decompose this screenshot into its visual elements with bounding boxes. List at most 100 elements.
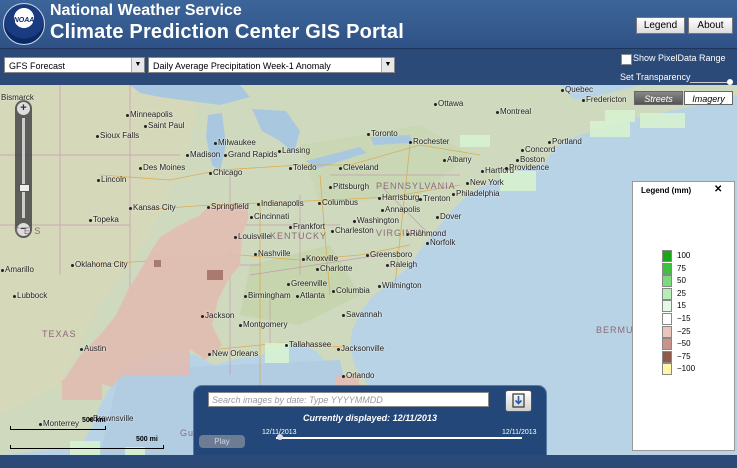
date-search-input[interactable]: Search images by date: Type YYYYMMDD xyxy=(208,392,489,407)
city-label: Nashville xyxy=(258,249,291,258)
transparency-slider[interactable] xyxy=(690,82,730,83)
download-icon xyxy=(512,393,525,408)
city-dot xyxy=(224,154,227,157)
timeline-slider[interactable] xyxy=(276,437,522,439)
product-select[interactable]: GFS Forecast ▼ xyxy=(4,57,145,73)
imagery-basemap-button[interactable]: Imagery xyxy=(684,91,733,105)
city-label: Louisville xyxy=(238,232,271,241)
city-label: Birmingham xyxy=(248,291,291,300)
city-label: Montreal xyxy=(500,107,532,116)
legend-swatch xyxy=(662,350,672,363)
city-dot xyxy=(466,182,469,185)
city-label: Fredericton xyxy=(586,95,627,104)
city-label: Springfield xyxy=(211,202,249,211)
city-dot xyxy=(386,264,389,267)
city-label: Ottawa xyxy=(438,99,464,108)
city-label: Columbus xyxy=(322,198,359,207)
about-button[interactable]: About xyxy=(688,17,733,34)
show-pixel-checkbox[interactable] xyxy=(621,54,632,65)
legend-label: −50 xyxy=(677,339,691,349)
legend-swatch xyxy=(662,250,672,262)
city-label: Philadelphia xyxy=(456,189,500,198)
scale-bar-mi xyxy=(10,445,164,449)
city-label: Oklahoma City xyxy=(75,260,128,269)
chevron-down-icon: ▼ xyxy=(381,58,394,72)
city-dot xyxy=(516,159,519,162)
city-dot xyxy=(13,295,16,298)
city-dot xyxy=(244,295,247,298)
region-label: VIRGINIA xyxy=(376,228,424,238)
city-label: Amarillo xyxy=(5,265,34,274)
legend-swatch xyxy=(662,325,672,338)
city-dot xyxy=(96,135,99,138)
city-label: New York xyxy=(470,178,504,187)
legend-label: 25 xyxy=(677,288,686,298)
zoom-in-button[interactable]: + xyxy=(17,102,30,115)
city-dot xyxy=(419,198,422,201)
city-label: Concord xyxy=(525,145,556,154)
city-dot xyxy=(207,206,210,209)
city-dot xyxy=(318,202,321,205)
city-label: Pittsburgh xyxy=(333,182,370,191)
city-label: Dover xyxy=(440,212,462,221)
close-icon[interactable]: ✕ xyxy=(714,184,722,195)
city-label: Tallahassee xyxy=(289,340,332,349)
city-label: Annapolis xyxy=(385,205,421,214)
city-label: Austin xyxy=(84,344,107,353)
city-dot xyxy=(521,149,524,152)
city-dot xyxy=(254,253,257,256)
show-pixel-label: Show PixelData Range xyxy=(633,53,726,63)
city-label: Frankfort xyxy=(293,222,326,231)
city-dot xyxy=(201,315,204,318)
legend-label: 100 xyxy=(677,251,691,260)
timeline-panel: Search images by date: Type YYYYMMDD Cur… xyxy=(193,385,547,455)
city-label: Harrisburg xyxy=(382,193,420,202)
city-label: Raleigh xyxy=(390,260,418,269)
chevron-down-icon: ▼ xyxy=(131,58,144,72)
city-dot xyxy=(250,216,253,219)
city-dot xyxy=(126,114,129,117)
legend-button[interactable]: Legend xyxy=(636,17,685,34)
city-label: Toledo xyxy=(293,163,317,172)
city-dot xyxy=(296,295,299,298)
city-label: Greenville xyxy=(291,279,328,288)
city-label: Lansing xyxy=(282,146,311,155)
city-label: Chicago xyxy=(213,168,243,177)
city-label: Atlanta xyxy=(300,291,325,300)
city-dot xyxy=(144,125,147,128)
download-button[interactable] xyxy=(505,390,532,412)
city-dot xyxy=(481,170,484,173)
region-label: Gu xyxy=(180,428,195,438)
city-label: Minneapolis xyxy=(130,110,173,119)
city-dot xyxy=(496,111,499,114)
city-label: New Orleans xyxy=(212,349,259,358)
city-dot xyxy=(548,141,551,144)
city-label: Toronto xyxy=(371,129,398,138)
city-dot xyxy=(443,159,446,162)
city-dot xyxy=(97,179,100,182)
city-label: Portland xyxy=(552,137,582,146)
city-dot xyxy=(426,242,429,245)
toolbar: GFS Forecast ▼ Daily Average Precipitati… xyxy=(0,49,737,85)
zoom-slider-handle[interactable] xyxy=(19,184,30,192)
zoom-slider-track[interactable] xyxy=(22,118,25,218)
legend-swatch xyxy=(662,300,672,313)
timeline-slider-handle[interactable] xyxy=(277,434,283,440)
page-title: Climate Prediction Center GIS Portal xyxy=(50,21,404,43)
variable-select[interactable]: Daily Average Precipitation Week-1 Anoma… xyxy=(148,57,395,73)
city-dot xyxy=(339,167,342,170)
map-view[interactable]: + − Bismarck Minneapolis Saint Paul Sioux F… xyxy=(0,85,737,455)
city-dot xyxy=(129,207,132,210)
city-label: Jackson xyxy=(205,311,235,320)
city-dot xyxy=(285,344,288,347)
legend-swatch xyxy=(662,313,672,325)
city-dot xyxy=(332,290,335,293)
city-dot xyxy=(80,348,83,351)
city-dot xyxy=(287,283,290,286)
city-dot xyxy=(186,154,189,157)
streets-basemap-button[interactable]: Streets xyxy=(634,91,683,105)
city-dot xyxy=(208,353,211,356)
city-label: Wilmington xyxy=(382,281,422,290)
city-label: Cincinnati xyxy=(254,212,290,221)
play-button[interactable]: Play xyxy=(199,435,245,448)
